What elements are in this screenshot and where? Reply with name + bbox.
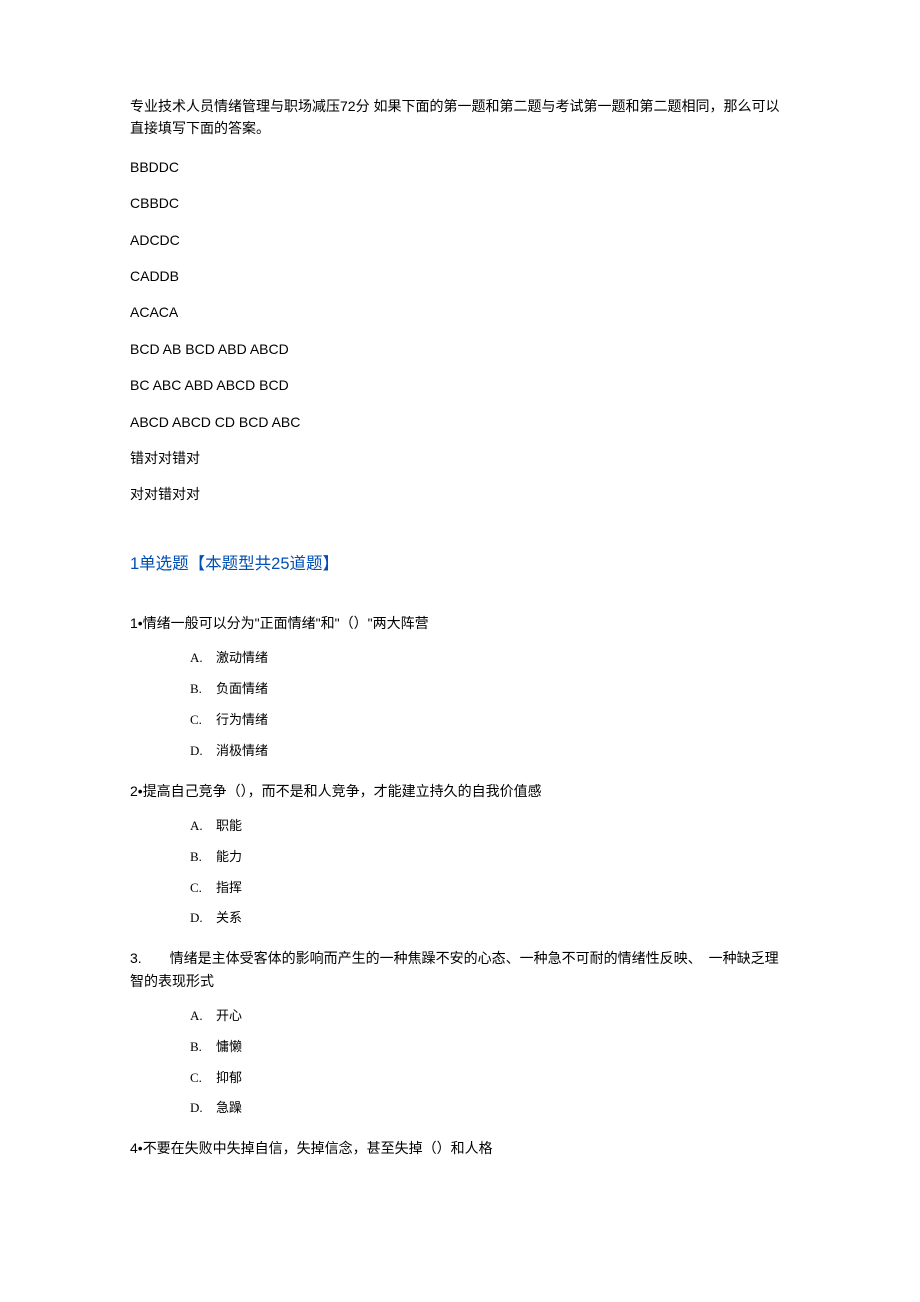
answer-line: CADDB <box>130 265 790 287</box>
option-letter: C. <box>190 1068 216 1089</box>
answer-line: ACACA <box>130 301 790 323</box>
option-letter: A. <box>190 816 216 837</box>
answer-line: BBDDC <box>130 156 790 178</box>
option-letter: D. <box>190 908 216 929</box>
option-a: A.开心 <box>190 1006 790 1027</box>
answer-line: ADCDC <box>130 229 790 251</box>
option-c: C.行为情绪 <box>190 710 790 731</box>
option-label: 急躁 <box>216 1100 242 1115</box>
option-letter: D. <box>190 741 216 762</box>
question-text: 1•情绪一般可以分为"正面情绪"和"（）"两大阵营 <box>130 612 790 634</box>
option-label: 行为情绪 <box>216 712 268 727</box>
question-2: 2•提高自己竞争（），而不是和人竞争，才能建立持久的自我价值感 A.职能 B.能… <box>130 780 790 930</box>
option-label: 抑郁 <box>216 1070 242 1085</box>
question-1: 1•情绪一般可以分为"正面情绪"和"（）"两大阵营 A.激动情绪 B.负面情绪 … <box>130 612 790 762</box>
answer-line: CBBDC <box>130 192 790 214</box>
question-text: 2•提高自己竞争（），而不是和人竞争，才能建立持久的自我价值感 <box>130 780 790 802</box>
option-letter: B. <box>190 679 216 700</box>
question-4: 4•不要在失败中失掉自信，失掉信念，甚至失掉（）和人格 <box>130 1137 790 1159</box>
option-b: B.能力 <box>190 847 790 868</box>
option-b: B.负面情绪 <box>190 679 790 700</box>
option-label: 能力 <box>216 849 242 864</box>
intro-text: 专业技术人员情绪管理与职场减压72分 如果下面的第一题和第二题与考试第一题和第二… <box>130 95 790 140</box>
option-label: 开心 <box>216 1008 242 1023</box>
option-letter: C. <box>190 878 216 899</box>
answer-line: 对对错对对 <box>130 483 790 505</box>
question-text: 4•不要在失败中失掉自信，失掉信念，甚至失掉（）和人格 <box>130 1137 790 1159</box>
answer-line: 错对对错对 <box>130 447 790 469</box>
option-letter: B. <box>190 1037 216 1058</box>
option-label: 职能 <box>216 818 242 833</box>
answers-block: BBDDC CBBDC ADCDC CADDB ACACA BCD AB BCD… <box>130 156 790 506</box>
option-letter: C. <box>190 710 216 731</box>
option-list: A.开心 B.慵懒 C.抑郁 D.急躁 <box>130 1006 790 1119</box>
question-text: 3. 情绪是主体受客体的影响而产生的一种焦躁不安的心态、一种急不可耐的情绪性反映… <box>130 947 790 992</box>
option-label: 激动情绪 <box>216 650 268 665</box>
option-label: 消极情绪 <box>216 743 268 758</box>
option-a: A.激动情绪 <box>190 648 790 669</box>
section-heading: 1单选题【本题型共25道题】 <box>130 551 790 577</box>
answer-line: BCD AB BCD ABD ABCD <box>130 338 790 360</box>
answer-line: BC ABC ABD ABCD BCD <box>130 374 790 396</box>
option-label: 慵懒 <box>216 1039 242 1054</box>
option-a: A.职能 <box>190 816 790 837</box>
option-letter: B. <box>190 847 216 868</box>
option-letter: A. <box>190 648 216 669</box>
option-letter: D. <box>190 1098 216 1119</box>
question-3: 3. 情绪是主体受客体的影响而产生的一种焦躁不安的心态、一种急不可耐的情绪性反映… <box>130 947 790 1119</box>
option-d: D.急躁 <box>190 1098 790 1119</box>
option-label: 负面情绪 <box>216 681 268 696</box>
option-d: D.关系 <box>190 908 790 929</box>
option-d: D.消极情绪 <box>190 741 790 762</box>
option-label: 指挥 <box>216 880 242 895</box>
option-c: C.指挥 <box>190 878 790 899</box>
answer-line: ABCD ABCD CD BCD ABC <box>130 411 790 433</box>
option-list: A.激动情绪 B.负面情绪 C.行为情绪 D.消极情绪 <box>130 648 790 761</box>
option-list: A.职能 B.能力 C.指挥 D.关系 <box>130 816 790 929</box>
option-b: B.慵懒 <box>190 1037 790 1058</box>
option-letter: A. <box>190 1006 216 1027</box>
option-c: C.抑郁 <box>190 1068 790 1089</box>
option-label: 关系 <box>216 910 242 925</box>
